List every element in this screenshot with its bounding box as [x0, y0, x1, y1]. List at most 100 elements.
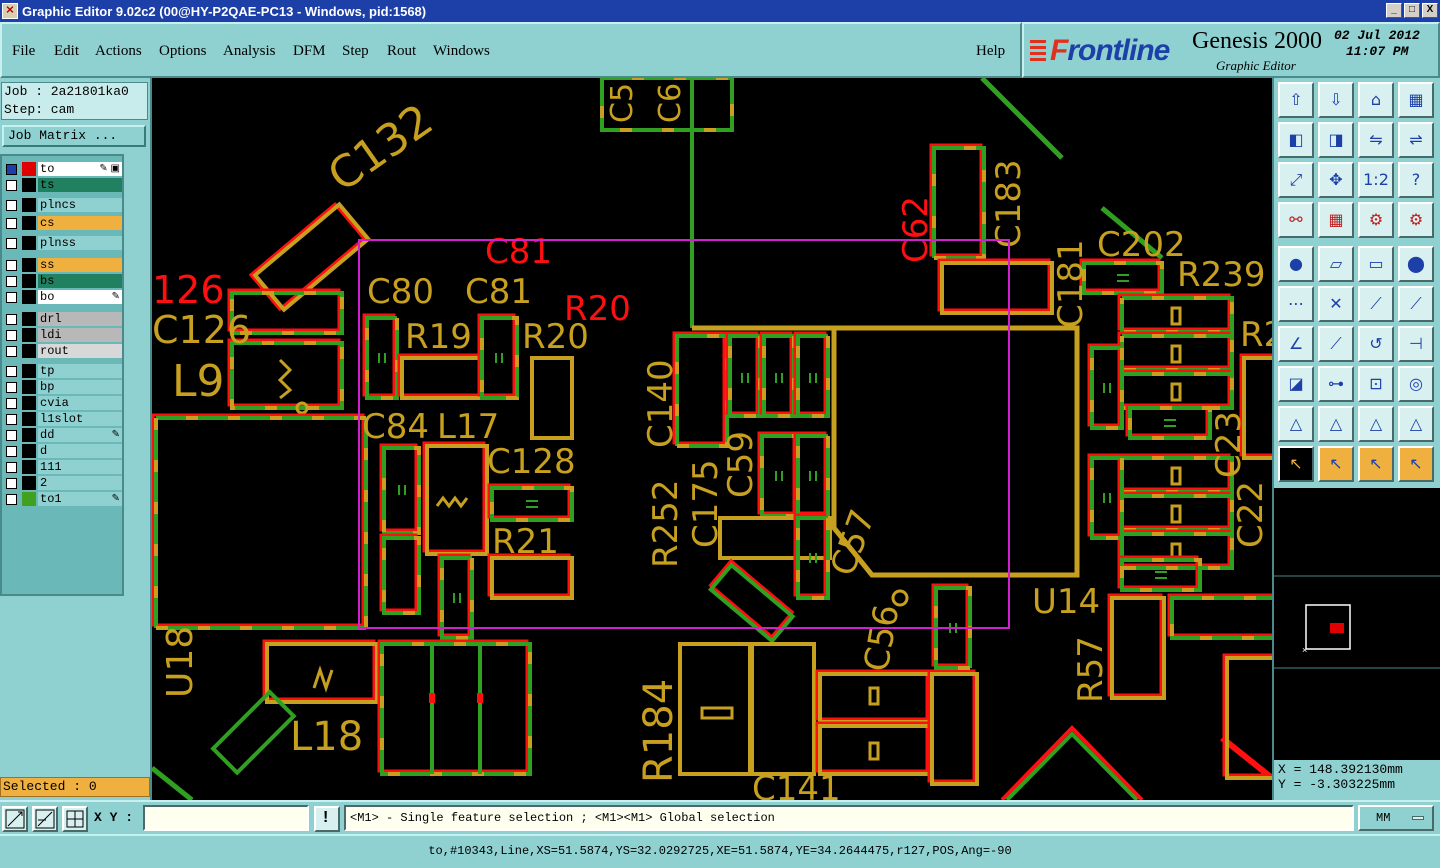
layer-row-bo[interactable]: bo ✎	[4, 290, 122, 304]
layer-checkbox[interactable]	[6, 200, 17, 211]
layer-name[interactable]: plnss	[38, 236, 122, 250]
layer-row-2[interactable]: 2	[4, 476, 122, 490]
zoom-area-button[interactable]	[2, 806, 28, 832]
filter-button[interactable]: ⊣	[1398, 326, 1434, 362]
pad[interactable]	[480, 316, 519, 400]
select-alt-button[interactable]: ↖	[1318, 446, 1354, 482]
pad[interactable]	[230, 341, 344, 410]
layer-name[interactable]: ss	[38, 258, 122, 272]
pad-outline-red[interactable]	[672, 331, 726, 445]
units-select[interactable]: MM	[1358, 805, 1434, 831]
layer-name[interactable]: bo	[38, 290, 122, 304]
menu-step[interactable]: Step	[342, 43, 369, 60]
cross-button[interactable]: ✕	[1318, 286, 1354, 322]
pad[interactable]	[1120, 532, 1234, 570]
measure-tool-button[interactable]: ⚯	[1278, 202, 1314, 238]
layer-name[interactable]: l1slot	[38, 412, 122, 426]
layer-checkbox[interactable]	[6, 414, 17, 425]
layer-checkbox[interactable]	[6, 238, 17, 249]
pad[interactable]	[1170, 596, 1272, 640]
layer-row-l1slot[interactable]: l1slot	[4, 412, 122, 426]
pad[interactable]	[940, 261, 1054, 315]
layer-row-cvia[interactable]: cvia	[4, 396, 122, 410]
layer-row-tp[interactable]: tp	[4, 364, 122, 378]
menu-options[interactable]: Options	[159, 43, 207, 60]
pad[interactable]	[1120, 494, 1234, 532]
layer-row-ss[interactable]: ss	[4, 258, 122, 272]
pad[interactable]	[490, 556, 574, 600]
pad-outline-red[interactable]	[397, 353, 481, 397]
trace[interactable]	[152, 766, 194, 800]
layer-checkbox[interactable]	[6, 346, 17, 357]
menu-actions[interactable]: Actions	[95, 43, 142, 60]
inductor-symbol[interactable]	[435, 495, 469, 509]
snap-button[interactable]: ⊡	[1358, 366, 1394, 402]
pad[interactable]	[154, 416, 368, 630]
layer-checkbox[interactable]	[6, 462, 17, 473]
layer-name[interactable]: rout	[38, 344, 122, 358]
job-matrix-button[interactable]: Job Matrix ...	[2, 125, 146, 147]
line-alt-button[interactable]: ⟋	[1318, 326, 1354, 362]
home-button[interactable]: ⌂	[1358, 82, 1394, 118]
split-button[interactable]: ⊶	[1318, 366, 1354, 402]
layer-checkbox[interactable]	[6, 330, 17, 341]
layer-name[interactable]: 111	[38, 460, 122, 474]
menu-rout[interactable]: Rout	[387, 43, 416, 60]
layer-row-plncs[interactable]: plncs	[4, 198, 122, 212]
resistor-body[interactable]	[1170, 344, 1182, 364]
window-button[interactable]: ▦	[1398, 82, 1434, 118]
resistor-body[interactable]	[1170, 504, 1182, 524]
pad[interactable]	[818, 724, 932, 776]
ruler-button[interactable]: ▭	[1358, 246, 1394, 282]
pad-outline-red[interactable]	[379, 533, 418, 612]
pad[interactable]	[382, 536, 421, 615]
layer-checkbox[interactable]	[6, 164, 17, 175]
pad[interactable]	[230, 341, 344, 410]
measure-button[interactable]	[32, 806, 58, 832]
pcb-drawing[interactable]: C5 C6C132126C126L9U18C80 C81C81R20R19 R20C8…	[152, 78, 1272, 800]
layer-name[interactable]: bs	[38, 274, 122, 288]
pad[interactable]	[530, 356, 574, 440]
menu-edit[interactable]: Edit	[54, 43, 79, 60]
layer-row-to1[interactable]: to1 ✎	[4, 492, 122, 506]
layer-row-plnss[interactable]: plnss	[4, 236, 122, 250]
rotate-button[interactable]: ⇌	[1398, 122, 1434, 158]
page-down-button[interactable]: ⇩	[1318, 82, 1354, 118]
layer-name[interactable]: cs	[38, 216, 122, 230]
help-button[interactable]: ?	[1398, 162, 1434, 198]
layer-checkbox[interactable]	[6, 494, 17, 505]
resistor-body[interactable]	[1170, 306, 1182, 326]
layer-checkbox[interactable]	[6, 446, 17, 457]
menu-dfm[interactable]: DFM	[293, 43, 326, 60]
pad[interactable]	[382, 446, 421, 535]
layer-name[interactable]: 2	[38, 476, 122, 490]
page-up-button[interactable]: ⇧	[1278, 82, 1314, 118]
via[interactable]	[891, 589, 909, 607]
pad[interactable]	[760, 434, 799, 518]
surface-button[interactable]: ◪	[1278, 366, 1314, 402]
circle-button[interactable]: ⬤	[1398, 246, 1434, 282]
layer-name[interactable]: plncs	[38, 198, 122, 212]
pad[interactable]	[1120, 334, 1234, 372]
net-button[interactable]: ⋯	[1278, 286, 1314, 322]
minimize-button[interactable]: _	[1386, 3, 1402, 18]
overview-map[interactable]: ×	[1272, 488, 1440, 760]
scale-button[interactable]: 1:2	[1358, 162, 1394, 198]
layer-checkbox[interactable]	[6, 430, 17, 441]
layer-name[interactable]: d	[38, 444, 122, 458]
pad[interactable]	[1120, 494, 1234, 532]
layer-name[interactable]: cvia	[38, 396, 122, 410]
layer-row-rout[interactable]: rout	[4, 344, 122, 358]
close-button[interactable]: X	[1422, 3, 1438, 18]
pad-outline-red[interactable]	[927, 669, 976, 783]
pad[interactable]	[1120, 372, 1234, 410]
select-rotate-button[interactable]: ↖	[1358, 446, 1394, 482]
pad[interactable]	[490, 486, 574, 522]
arc-button[interactable]: ↺	[1358, 326, 1394, 362]
inductor-symbol[interactable]	[312, 665, 334, 693]
pad-outline-red[interactable]	[377, 639, 529, 773]
pad-outline-red[interactable]	[815, 669, 929, 721]
trace[interactable]	[1000, 725, 1144, 800]
pad[interactable]	[380, 642, 532, 776]
pan-right-button[interactable]: ◨	[1318, 122, 1354, 158]
